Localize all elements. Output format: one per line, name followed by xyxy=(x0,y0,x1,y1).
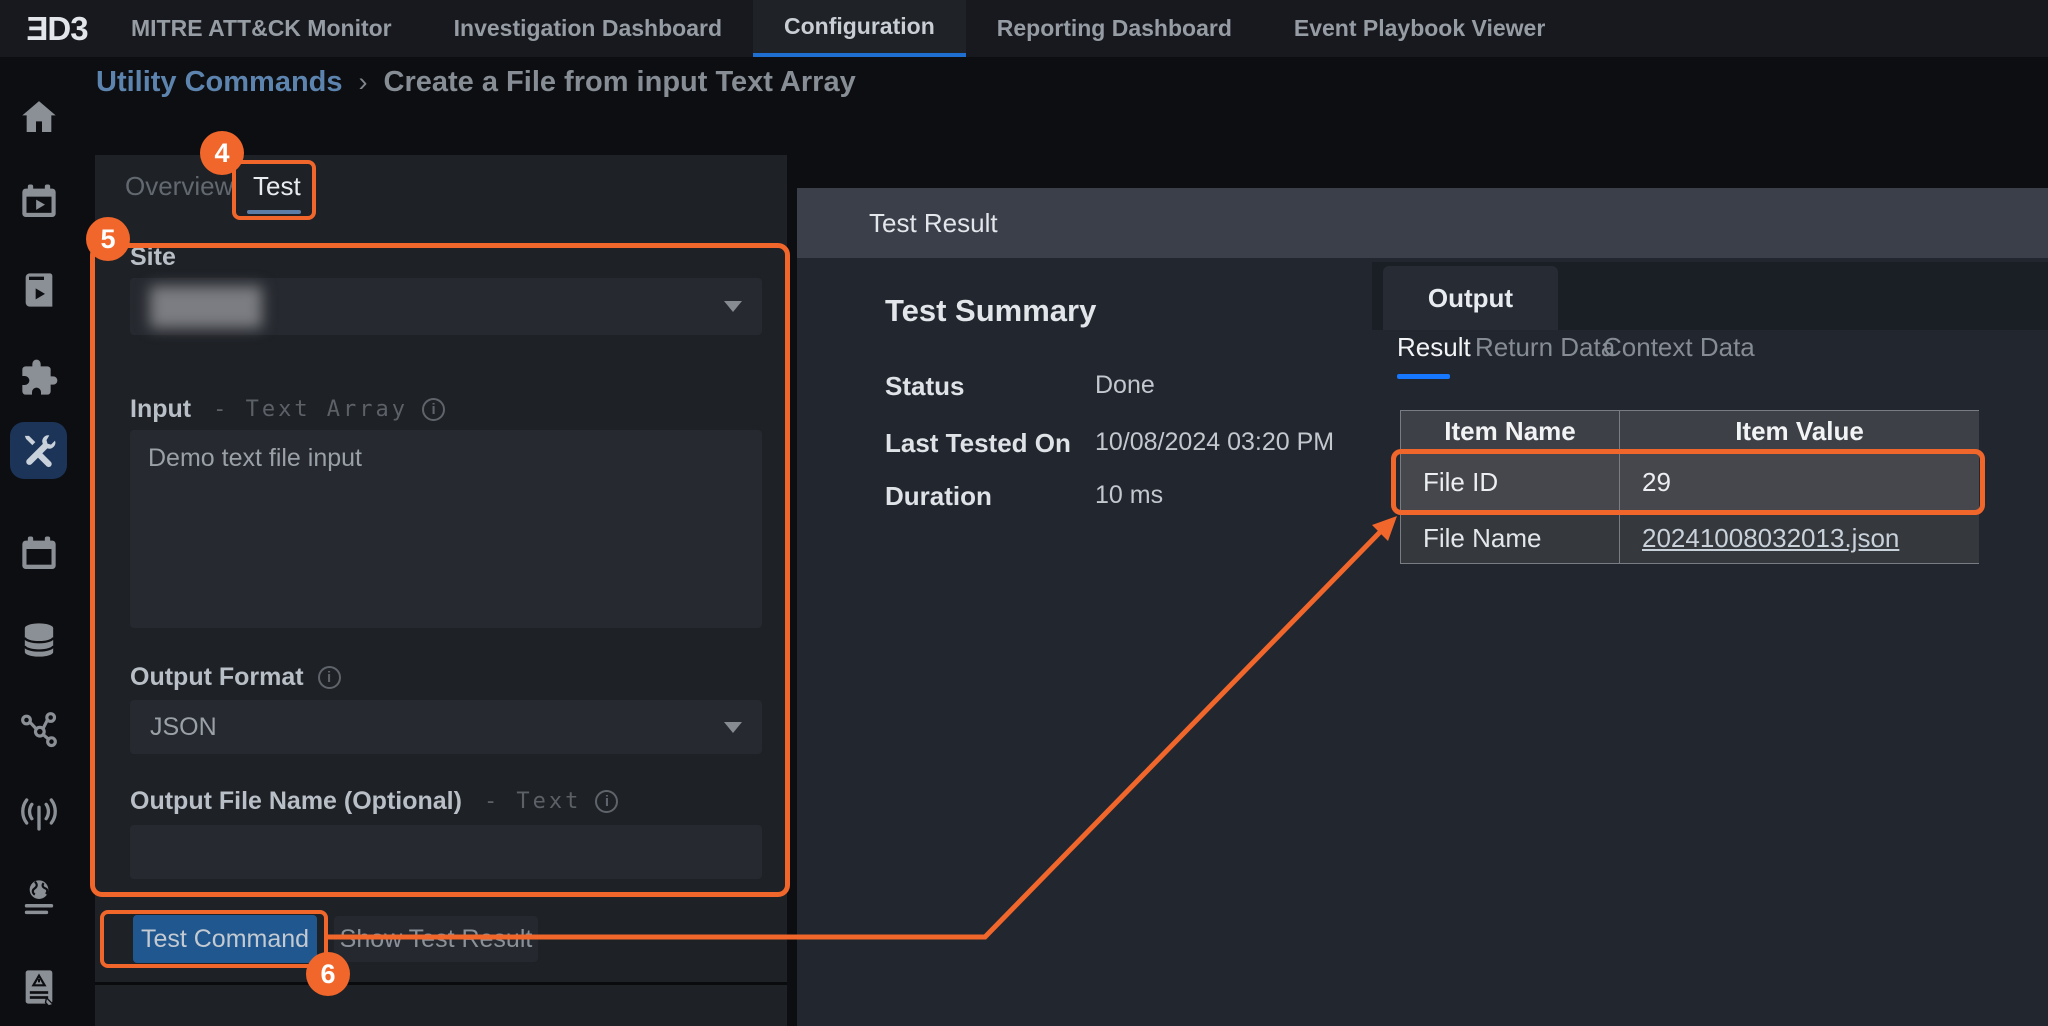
nav-item-investigation-dashboard[interactable]: Investigation Dashboard xyxy=(423,0,753,57)
database-icon[interactable] xyxy=(17,618,61,662)
table-header-item-name: Item Name xyxy=(1401,411,1619,451)
annotation-step-4: 4 xyxy=(200,131,244,175)
test-result-title: Test Result xyxy=(869,208,998,239)
annotation-box-form xyxy=(90,243,790,897)
summary-row-duration: Duration 10 ms xyxy=(885,481,1365,512)
duration-label: Duration xyxy=(885,481,1095,512)
breadcrumb: Utility Commands › Create a File from in… xyxy=(96,66,856,99)
nav-item-configuration[interactable]: Configuration xyxy=(753,0,966,57)
last-tested-label: Last Tested On xyxy=(885,428,1095,459)
test-result-header: Test Result xyxy=(797,188,2048,258)
summary-row-last-tested: Last Tested On 10/08/2024 03:20 PM xyxy=(885,428,1365,459)
summary-row-status: Status Done xyxy=(885,371,1365,402)
annotation-box-test-tab xyxy=(232,160,316,220)
broadcast-icon[interactable] xyxy=(17,792,61,836)
test-summary-heading: Test Summary xyxy=(885,293,1096,329)
subtab-context-data[interactable]: Context Data xyxy=(1603,332,1755,363)
sites-globe-icon[interactable] xyxy=(17,876,61,920)
table-cell-file-name-name: File Name xyxy=(1401,513,1619,563)
annotation-step-5: 5 xyxy=(86,217,130,261)
table-cell-file-name-value: 20241008032013.json xyxy=(1620,513,1979,563)
file-download-link[interactable]: 20241008032013.json xyxy=(1642,523,1899,554)
show-test-result-button[interactable]: Show Test Result xyxy=(334,916,538,962)
panel-divider xyxy=(95,982,787,985)
nav-item-reporting-dashboard[interactable]: Reporting Dashboard xyxy=(966,0,1263,57)
table-header-item-value: Item Value xyxy=(1620,411,1979,451)
integrations-puzzle-icon[interactable] xyxy=(17,356,61,400)
breadcrumb-parent-link[interactable]: Utility Commands xyxy=(96,66,343,99)
tab-output[interactable]: Output xyxy=(1383,266,1558,330)
share-nodes-icon[interactable] xyxy=(17,708,61,752)
status-value: Done xyxy=(1095,371,1155,402)
nav-item-mitre-attack-monitor[interactable]: MITRE ATT&CK Monitor xyxy=(100,0,423,57)
top-nav-bar: ƎD3 MITRE ATT&CK Monitor Investigation D… xyxy=(0,0,2048,57)
nav-item-event-playbook-viewer[interactable]: Event Playbook Viewer xyxy=(1263,0,1576,57)
test-result-panel: Test Result Test Summary Status Done Las… xyxy=(797,188,2048,1026)
utility-commands-tools-icon[interactable] xyxy=(17,428,61,472)
subtab-result[interactable]: Result xyxy=(1397,332,1471,363)
annotation-box-file-id-row xyxy=(1391,449,1985,515)
subtab-result-active-underline xyxy=(1397,374,1450,379)
tab-overview[interactable]: Overview xyxy=(125,171,233,202)
home-icon[interactable] xyxy=(17,95,61,139)
duration-value: 10 ms xyxy=(1095,481,1163,512)
last-tested-value: 10/08/2024 03:20 PM xyxy=(1095,428,1334,459)
page-title: Create a File from input Text Array xyxy=(384,66,856,99)
status-label: Status xyxy=(885,371,1095,402)
breadcrumb-separator: › xyxy=(359,67,368,98)
d3-logo[interactable]: ƎD3 xyxy=(14,0,100,57)
event-calendar-play-icon[interactable] xyxy=(17,180,61,224)
incident-report-document-icon[interactable] xyxy=(17,965,61,1009)
annotation-step-6: 6 xyxy=(306,952,350,996)
subtab-return-data[interactable]: Return Data xyxy=(1475,332,1615,363)
annotation-box-test-command xyxy=(100,910,328,968)
playbook-video-book-icon[interactable] xyxy=(17,268,61,312)
schedule-calendar-icon[interactable] xyxy=(17,532,61,576)
